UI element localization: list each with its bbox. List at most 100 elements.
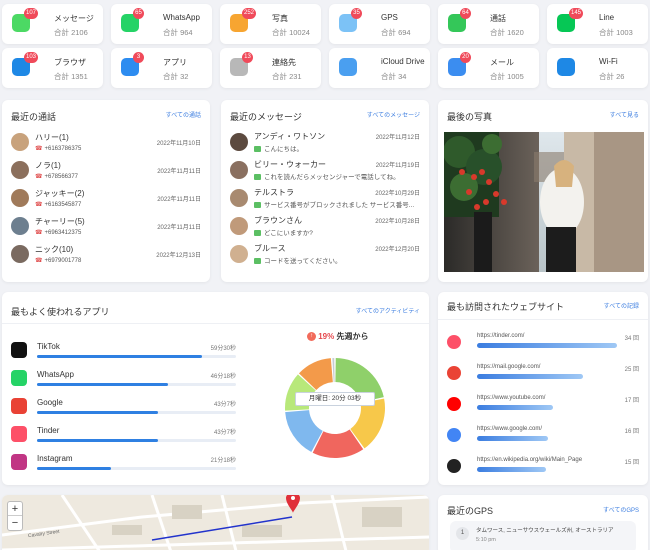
usage-bar — [37, 411, 236, 414]
stat-name: WhatsApp — [163, 13, 200, 22]
gmail-icon — [447, 366, 461, 380]
zoom-out-button[interactable]: − — [8, 516, 22, 530]
app-usage-row[interactable]: Instagram 21分18秒 — [11, 452, 236, 478]
call-row[interactable]: チャーリー(5) ☎ +6963412375 2022年11月11日 — [11, 214, 201, 240]
stat-tile-7[interactable]: 3 アプリ 合計 32 — [111, 48, 212, 88]
google-chrome-icon — [11, 398, 27, 414]
caller-number-row: ☎ +678566377 — [35, 173, 78, 180]
usage-donut-chart[interactable] — [275, 348, 395, 468]
site-row[interactable]: https://www.google.com/16 回 — [447, 423, 639, 455]
all-records-link[interactable]: すべての記録 — [604, 301, 639, 310]
app-usage-row[interactable]: Tinder 43分7秒 — [11, 424, 236, 450]
stat-name: Line — [599, 13, 615, 22]
message-icon — [254, 202, 261, 209]
site-url: https://tinder.com/ — [477, 333, 525, 339]
wikipedia-icon — [447, 459, 461, 473]
visit-bar — [477, 405, 553, 410]
zoom-in-button[interactable]: + — [8, 502, 22, 516]
map-card: + − Cavalry Street — [2, 495, 429, 550]
message-row[interactable]: ブルース コードを送ってください。 2022年12月20日 — [230, 242, 420, 268]
stat-tile-2[interactable]: 252 写真 合計 10024 — [220, 4, 321, 44]
recent-gps-title: 最近のGPS — [447, 506, 494, 516]
visit-bar — [477, 436, 549, 441]
recent-gps-card: 最近のGPS すべてのGPS 1 タムワース, ニューサウスウェールズ州, オー… — [438, 495, 648, 550]
stat-total: 合計 694 — [381, 28, 411, 37]
visit-bar — [477, 467, 546, 472]
gps-map[interactable] — [2, 495, 429, 550]
all-activity-link[interactable]: すべてのアクティビティ — [356, 306, 420, 315]
app-usage-row[interactable]: TikTok 59分30秒 — [11, 340, 236, 366]
notification-badge: 145 — [569, 8, 584, 19]
message-preview: こんにちは。 — [264, 146, 303, 153]
usage-bar-fill — [37, 355, 203, 358]
message-preview-row: サービス番号がブロックされました サービス番号... — [254, 199, 414, 209]
app-usage-row[interactable]: Google 43分7秒 — [11, 396, 236, 422]
app-name: Instagram — [37, 454, 73, 463]
stat-tile-4[interactable]: 64 通話 合計 1620 — [438, 4, 539, 44]
stat-tile-5[interactable]: 145 Line 合計 1003 — [547, 4, 648, 44]
message-row[interactable]: ビリー・ウォーカー これを読んだらメッセンジャーで電話してね。 2022年11月19… — [230, 158, 420, 184]
all-calls-link[interactable]: すべての通話 — [166, 110, 201, 119]
call-row[interactable]: ジャッキー(2) ☎ +6163545877 2022年11月11日 — [11, 186, 201, 212]
stat-total: 合計 964 — [163, 28, 193, 37]
app-name: WhatsApp — [37, 370, 74, 379]
call-row[interactable]: ノラ(1) ☎ +678566377 2022年11月11日 — [11, 158, 201, 184]
stat-tile-3[interactable]: 35 GPS 合計 694 — [329, 4, 430, 44]
caller-name: ハリー(1) — [35, 133, 69, 142]
last-photo-image[interactable] — [444, 132, 644, 272]
missed-call-icon: ☎ — [35, 258, 43, 264]
stat-tile-6[interactable]: 103 ブラウザ 合計 1351 — [2, 48, 103, 88]
sender-name: アンディ・ワトソン — [254, 132, 326, 141]
donut-slice-6[interactable] — [332, 358, 335, 383]
recent-messages-title: 最近のメッセージ — [230, 112, 302, 122]
site-row[interactable]: https://tinder.com/34 回 — [447, 330, 639, 362]
google-chrome-icon — [447, 428, 461, 442]
stat-name: 通話 — [490, 14, 506, 23]
message-icon — [254, 174, 261, 181]
all-gps-link[interactable]: すべてのGPS — [603, 505, 639, 514]
gps-entry[interactable]: 1 タムワース, ニューサウスウェールズ州, オーストラリア 5:10 pm — [450, 521, 636, 550]
instagram-icon — [11, 454, 27, 470]
notification-badge: 20 — [460, 52, 471, 63]
divider — [438, 319, 648, 320]
caller-number: +678566377 — [44, 174, 79, 180]
message-row[interactable]: ブラウンさん どこにいますか? 2022年10月28日 — [230, 214, 420, 240]
caller-number: +6163545877 — [44, 202, 82, 208]
avatar — [11, 161, 29, 179]
notification-badge: 252 — [242, 8, 257, 19]
stat-tile-1[interactable]: 65 WhatsApp 合計 964 — [111, 4, 212, 44]
app-time: 21分18秒 — [210, 458, 236, 464]
message-row[interactable]: アンディ・ワトソン こんにちは。 2022年11月12日 — [230, 130, 420, 156]
all-messages-link[interactable]: すべてのメッセージ — [367, 110, 420, 119]
stat-tile-10[interactable]: 20 メール 合計 1005 — [438, 48, 539, 88]
message-row[interactable]: テルストラ サービス番号がブロックされました サービス番号... 2022年10月2… — [230, 186, 420, 212]
see-all-photos-link[interactable]: すべて見る — [610, 110, 639, 119]
app-time: 43分7秒 — [213, 402, 236, 408]
sender-name: テルストラ — [254, 188, 294, 197]
stat-total: 合計 32 — [163, 72, 189, 81]
most-used-apps-title: 最もよく使われるアプリ — [11, 307, 110, 317]
call-date: 2022年11月11日 — [157, 197, 201, 203]
most-visited-sites-title: 最も訪問されたウェブサイト — [447, 302, 565, 312]
avatar — [11, 133, 29, 151]
site-row[interactable]: https://en.wikipedia.org/wiki/Main_Page 1… — [447, 454, 639, 486]
notification-badge: 64 — [460, 8, 471, 19]
stat-tile-0[interactable]: 107 メッセージ 合計 2106 — [2, 4, 103, 44]
site-row[interactable]: https://mail.google.com/25 回 — [447, 361, 639, 393]
visit-count: 34 回 — [624, 336, 639, 342]
message-preview-row: コードを送ってください。 — [254, 255, 341, 265]
stat-tile-9[interactable]: iCloud Drive 合計 34 — [329, 48, 430, 88]
stat-tile-11[interactable]: Wi-Fi 合計 26 — [547, 48, 648, 88]
stat-name: 連絡先 — [272, 58, 296, 67]
app-usage-row[interactable]: WhatsApp 46分18秒 — [11, 368, 236, 394]
call-row[interactable]: ハリー(1) ☎ +6163786375 2022年11月10日 — [11, 130, 201, 156]
call-row[interactable]: ニック(10) ☎ +6979001778 2022年12月13日 — [11, 242, 201, 268]
caller-number-row: ☎ +6163545877 — [35, 201, 81, 208]
stat-tile-8[interactable]: 13 連絡先 合計 231 — [220, 48, 321, 88]
stat-name: ブラウザ — [54, 58, 86, 67]
site-row[interactable]: https://www.youtube.com/17 回 — [447, 392, 639, 424]
donut-tooltip: 月曜日: 20分 03秒 — [295, 392, 375, 406]
caller-number: +6163786375 — [44, 146, 82, 152]
avatar — [230, 245, 248, 263]
tinder-icon — [447, 335, 461, 349]
